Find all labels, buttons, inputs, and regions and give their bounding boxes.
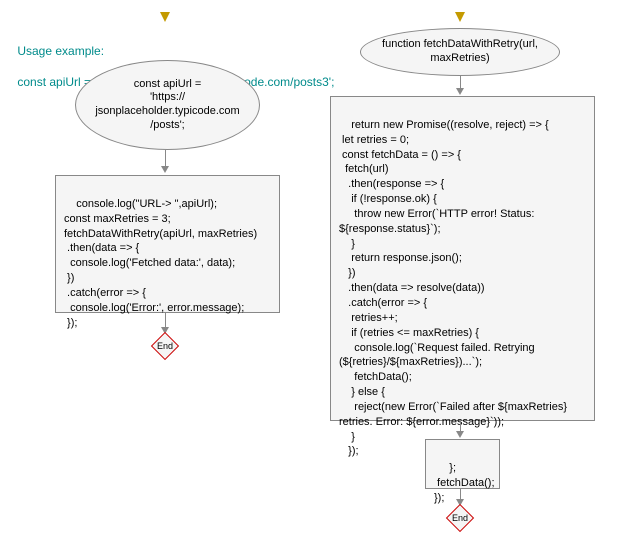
usage-line1: Usage example: bbox=[17, 44, 104, 58]
right-start-ellipse: function fetchDataWithRetry(url, maxRetr… bbox=[360, 28, 560, 76]
right-end-diamond: End bbox=[446, 504, 474, 532]
left-ellipse-text: const apiUrl = 'https:// jsonplaceholder… bbox=[95, 78, 239, 133]
connector-left-1-arrow bbox=[161, 166, 169, 173]
left-process-rect: console.log("URL-> ",apiUrl); const maxR… bbox=[55, 175, 280, 313]
entry-arrow-left bbox=[160, 12, 170, 22]
right-ellipse-text: function fetchDataWithRetry(url, maxRetr… bbox=[382, 38, 538, 66]
connector-right-1-arrow bbox=[456, 88, 464, 95]
right-process-rect-1: return new Promise((resolve, reject) => … bbox=[330, 96, 595, 421]
right-end-label: End bbox=[452, 513, 468, 523]
right-rect1-text: return new Promise((resolve, reject) => … bbox=[339, 119, 567, 458]
flowchart-canvas: Usage example: const apiUrl = 'https://j… bbox=[0, 0, 618, 537]
left-end-label: End bbox=[157, 341, 173, 351]
left-end-diamond: End bbox=[151, 332, 179, 360]
left-rect-text: console.log("URL-> ",apiUrl); const maxR… bbox=[64, 198, 257, 329]
left-start-ellipse: const apiUrl = 'https:// jsonplaceholder… bbox=[75, 60, 260, 150]
right-rect2-text: }; fetchData(); }); bbox=[434, 462, 495, 504]
entry-arrow-right bbox=[455, 12, 465, 22]
right-process-rect-2: }; fetchData(); }); bbox=[425, 439, 500, 489]
connector-right-2-arrow bbox=[456, 431, 464, 438]
